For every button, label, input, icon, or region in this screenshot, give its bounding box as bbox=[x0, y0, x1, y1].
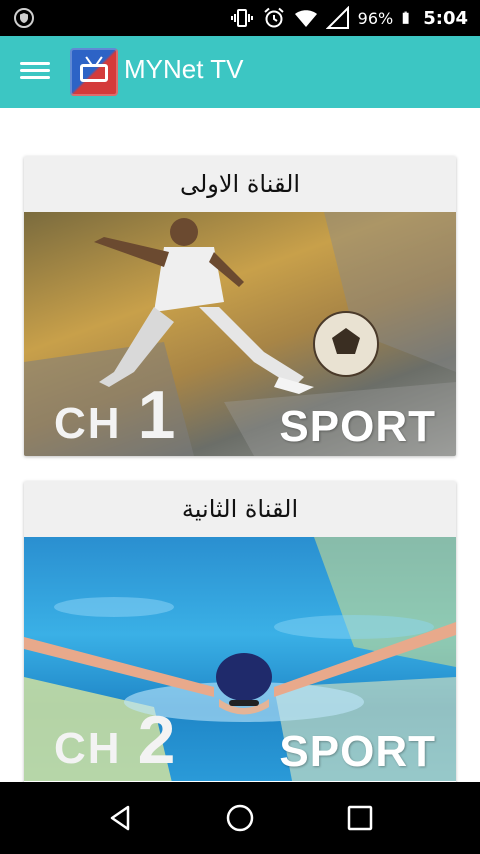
battery-icon bbox=[402, 11, 409, 24]
sport-label: SPORT bbox=[279, 402, 436, 451]
channel-title: القناة الاولى bbox=[24, 156, 456, 212]
status-bar: 96% 5:04 bbox=[0, 0, 480, 36]
ch-text: CH bbox=[54, 399, 122, 448]
vibrate-icon bbox=[230, 9, 253, 27]
hamburger-menu-icon[interactable] bbox=[20, 58, 52, 86]
ch-number: 1 bbox=[137, 377, 178, 453]
tv-logo-icon bbox=[70, 48, 118, 96]
ch-number: 2 bbox=[137, 702, 178, 778]
sport-label: SPORT bbox=[279, 727, 436, 776]
signal-icon bbox=[325, 6, 349, 29]
channel-card-1[interactable]: القناة الاولى CH 1 SPORT bbox=[24, 156, 456, 456]
navigation-bar bbox=[0, 782, 480, 854]
channel-list: القناة الاولى CH 1 SPORT القناة الثانية … bbox=[0, 108, 480, 782]
channel-card-2[interactable]: القناة الثانية CH 2 SPORT bbox=[24, 481, 456, 782]
channel-number-label: CH 2 bbox=[54, 701, 177, 779]
recents-icon[interactable] bbox=[340, 798, 380, 838]
status-icons: 96% 5:04 bbox=[230, 0, 468, 36]
shield-icon bbox=[14, 8, 34, 28]
wifi-icon bbox=[294, 10, 317, 27]
ch-text: CH bbox=[54, 724, 122, 773]
channel-thumbnail[interactable]: CH 1 SPORT bbox=[24, 212, 456, 456]
clock-time: 5:04 bbox=[423, 7, 468, 29]
app-title: MYNet TV bbox=[124, 54, 244, 84]
channel-title: القناة الثانية bbox=[24, 481, 456, 537]
channel-thumbnail[interactable]: CH 2 SPORT bbox=[24, 537, 456, 781]
alarm-icon bbox=[263, 7, 284, 28]
app-bar: MYNet TV bbox=[0, 36, 480, 108]
back-icon[interactable] bbox=[100, 798, 140, 838]
battery-percent: 96% bbox=[357, 8, 394, 28]
home-icon[interactable] bbox=[220, 798, 260, 838]
channel-number-label: CH 1 bbox=[54, 376, 177, 454]
